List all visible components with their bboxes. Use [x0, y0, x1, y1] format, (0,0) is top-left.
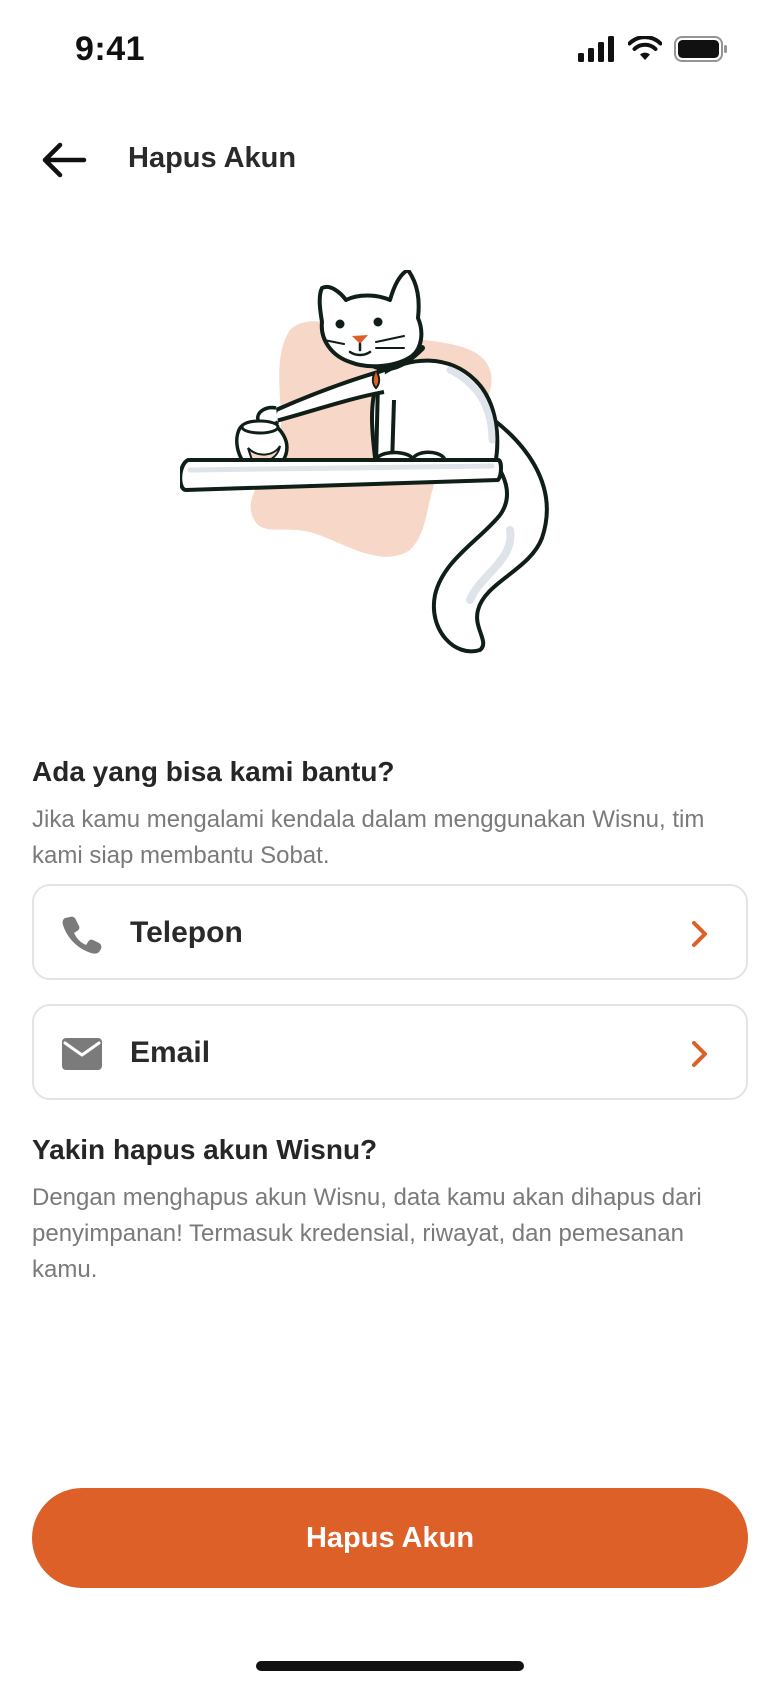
- phone-contact-label: Telepon: [130, 916, 243, 949]
- email-contact-button[interactable]: Email: [32, 1004, 748, 1100]
- phone-icon: [60, 912, 104, 956]
- wifi-icon: [628, 36, 662, 60]
- back-button[interactable]: [36, 134, 92, 186]
- arrow-left-icon: [42, 142, 87, 178]
- phone-contact-button[interactable]: Telepon: [32, 884, 748, 980]
- email-contact-label: Email: [130, 1036, 211, 1069]
- signal-icon: [578, 36, 614, 62]
- confirm-description: Dengan menghapus akun Wisnu, data kamu a…: [32, 1184, 702, 1283]
- chevron-right-icon: [688, 916, 712, 952]
- battery-icon: [674, 36, 727, 62]
- mail-icon: [60, 1032, 104, 1076]
- status-icons: [578, 36, 728, 62]
- help-section: Ada yang bisa kami bantu? Jika kamu meng…: [32, 756, 748, 874]
- status-bar: 9:41: [0, 0, 780, 100]
- help-title: Ada yang bisa kami bantu?: [32, 756, 395, 787]
- chevron-right-icon: [688, 1036, 712, 1072]
- header: Hapus Akun: [0, 120, 780, 200]
- confirm-title: Yakin hapus akun Wisnu?: [32, 1134, 378, 1165]
- status-time: 9:41: [75, 30, 146, 68]
- help-description: Jika kamu mengalami kendala dalam menggu…: [32, 806, 705, 869]
- cat-on-shelf-illustration: [178, 268, 600, 670]
- home-indicator: [256, 1661, 524, 1671]
- confirm-section: Yakin hapus akun Wisnu? Dengan menghapus…: [32, 1134, 748, 1288]
- page-title: Hapus Akun: [128, 142, 297, 174]
- delete-account-button[interactable]: Hapus Akun: [32, 1488, 748, 1588]
